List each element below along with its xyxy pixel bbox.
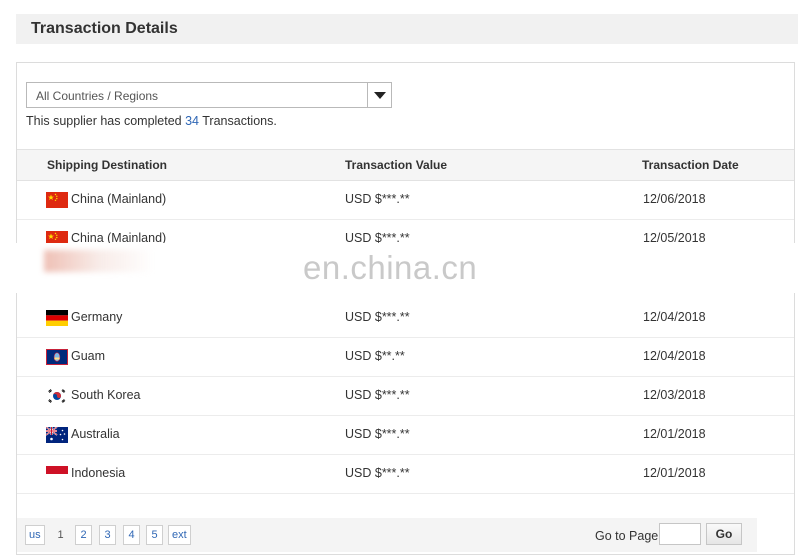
column-header-value: Transaction Value [345, 158, 448, 172]
go-button[interactable]: Go [706, 523, 742, 545]
page-title: Transaction Details [31, 20, 178, 37]
chevron-down-icon [374, 92, 386, 99]
table-row: Germany USD $***.** 12/04/2018 [17, 299, 794, 338]
section-header: Transaction Details [16, 14, 798, 44]
south-korea-flag-icon [46, 388, 68, 404]
table-row: Australia USD $***.** 12/01/2018 [17, 416, 794, 455]
summary-suffix: Transactions. [199, 114, 277, 128]
page-3-button[interactable]: 3 [99, 525, 116, 545]
value-cell: USD $***.** [345, 427, 410, 441]
china-flag-icon [46, 192, 68, 208]
destination-cell: Indonesia [71, 466, 126, 480]
page-1-current: 1 [57, 529, 64, 541]
page-2-button[interactable]: 2 [75, 525, 92, 545]
germany-flag-icon [46, 310, 68, 326]
select-value: All Countries / Regions [36, 89, 159, 103]
value-cell: USD $**.** [345, 349, 405, 363]
goto-page-input[interactable] [659, 523, 701, 545]
indonesia-flag-icon [46, 466, 68, 482]
page-5-button[interactable]: 5 [146, 525, 163, 545]
destination-cell: Australia [71, 427, 120, 441]
destination-cell: South Korea [71, 388, 141, 402]
pagination-bar: us 1 2 3 4 5 ext Go to Page Go [17, 518, 757, 552]
column-header-date: Transaction Date [642, 158, 739, 172]
date-cell: 12/06/2018 [643, 192, 706, 206]
value-cell: USD $***.** [345, 388, 410, 402]
value-cell: USD $***.** [345, 310, 410, 324]
date-cell: 12/04/2018 [643, 349, 706, 363]
previous-page-button[interactable]: us [25, 525, 45, 545]
destination-cell: Guam [71, 349, 106, 363]
country-region-select[interactable]: All Countries / Regions [26, 82, 392, 108]
page-4-button[interactable]: 4 [123, 525, 140, 545]
next-page-button[interactable]: ext [168, 525, 191, 545]
date-cell: 12/01/2018 [643, 466, 706, 480]
guam-flag-icon [46, 349, 68, 365]
table-row: Guam USD $**.** 12/04/2018 [17, 338, 794, 377]
destination-cell: China (Mainland) [71, 192, 167, 206]
watermark-text: en.china.cn [303, 249, 478, 286]
column-header-destination: Shipping Destination [47, 158, 167, 172]
date-cell: 12/04/2018 [643, 310, 706, 324]
table-header: Shipping Destination Transaction Value T… [17, 149, 794, 181]
date-cell: 12/01/2018 [643, 427, 706, 441]
table-row: Indonesia USD $***.** 12/01/2018 [17, 455, 794, 494]
date-cell: 12/03/2018 [643, 388, 706, 402]
australia-flag-icon [46, 427, 68, 443]
destination-cell: Germany [71, 310, 123, 324]
value-cell: USD $***.** [345, 192, 410, 206]
table-row: China (Mainland) USD $***.** 12/06/2018 [17, 181, 794, 220]
goto-page-label: Go to Page [595, 529, 659, 543]
summary-prefix: This supplier has completed [26, 114, 186, 128]
transactions-panel: All Countries / Regions This supplier ha… [16, 62, 795, 555]
dropdown-button[interactable] [367, 83, 391, 107]
transaction-count: 34 [185, 114, 200, 128]
transaction-summary: This supplier has completed 34 Transacti… [26, 114, 277, 128]
table-row: South Korea USD $***.** 12/03/2018 [17, 377, 794, 416]
value-cell: USD $***.** [345, 466, 410, 480]
blurred-overlay [44, 250, 154, 272]
